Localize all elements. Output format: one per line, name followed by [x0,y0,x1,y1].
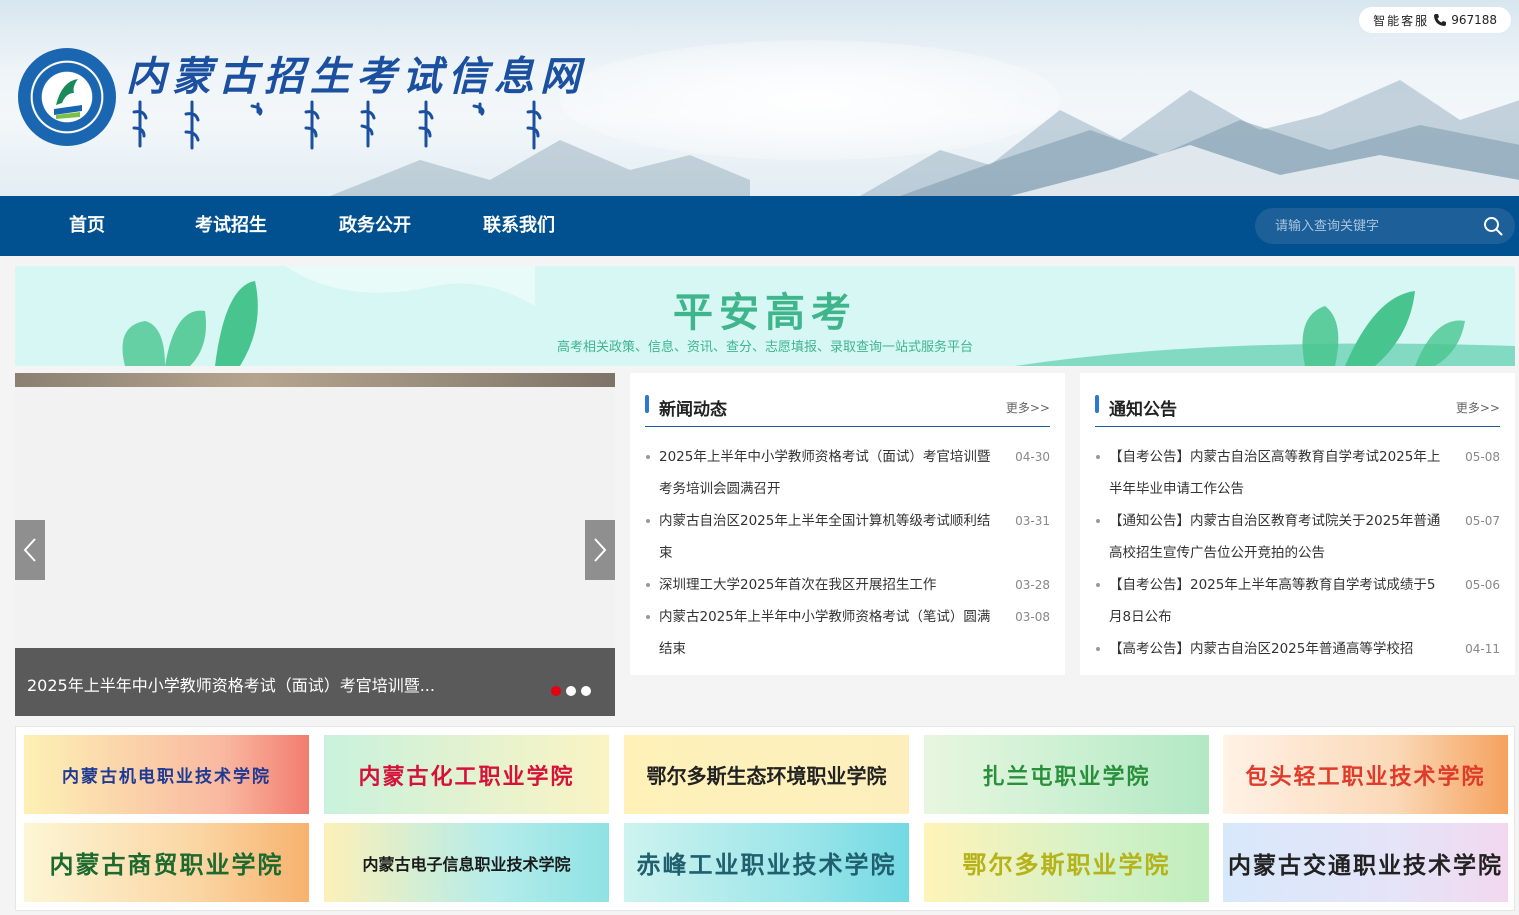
notices-panel-title: 通知公告 [1109,400,1177,420]
slider-caption: 2025年上半年中小学教师资格考试（面试）考官培训暨... [15,648,615,716]
safe-gaokao-banner[interactable]: 平安高考 高考相关政策、信息、资讯、查分、志愿填报、录取查询一站式服务平台 [15,266,1515,366]
nav-item-home[interactable]: 首页 [69,196,105,256]
college-name: 扎兰屯职业学院 [982,763,1151,790]
news-panel-header: 新闻动态 更多>> [645,395,1050,427]
mountain-illustration [860,80,1519,196]
news-item-title[interactable]: 深圳理工大学2025年首次在我区开展招生工作 [659,569,992,601]
search-icon[interactable] [1483,216,1503,236]
college-link[interactable]: 内蒙古机电职业技术学院 [24,735,309,814]
news-item-title[interactable]: 2025年上半年中小学教师资格考试（面试）考官培训暨考务培训会圆满召开 [659,441,992,505]
horse-icon [54,79,82,119]
news-list-item[interactable]: 内蒙古2025年上半年中小学教师资格考试（笔试）圆满结束 03-08 [645,601,1050,665]
news-panel: 新闻动态 更多>> 2025年上半年中小学教师资格考试（面试）考官培训暨考务培训… [630,373,1065,675]
college-name: 内蒙古商贸职业学院 [49,850,284,879]
mongolian-script-title [132,100,542,150]
notices-more-link[interactable]: 更多>> [1456,399,1500,416]
college-name: 赤峰工业职业技术学院 [636,850,897,879]
notice-list-item[interactable]: 【自考公告】2025年上半年高等教育自学考试成绩于5月8日公布 05-06 [1095,569,1500,633]
notice-item-date: 05-08 [1465,450,1500,464]
title-accent-bar [645,395,649,413]
nav-item-government-affairs[interactable]: 政务公开 [339,196,411,256]
notice-list-item[interactable]: 【自考公告】内蒙古自治区高等教育自学考试2025年上半年毕业申请工作公告 05-… [1095,441,1500,505]
slider-prev-button[interactable] [15,520,45,580]
news-panel-title: 新闻动态 [659,400,727,420]
news-item-date: 04-30 [1015,450,1050,464]
site-title[interactable]: 内蒙古招生考试信息网 [126,44,586,102]
college-links-grid: 内蒙古机电职业技术学院 内蒙古化工职业学院 鄂尔多斯生态环境职业学院 扎兰屯职业… [15,726,1515,911]
college-link[interactable]: 内蒙古化工职业学院 [324,735,609,814]
banner-title: 平安高考 [673,290,857,336]
service-label: 智能客服 [1373,13,1430,28]
college-name: 内蒙古化工职业学院 [358,763,575,790]
college-link[interactable]: 鄂尔多斯生态环境职业学院 [624,735,909,814]
service-phone: 967188 [1451,13,1497,27]
notices-panel-header: 通知公告 更多>> [1095,395,1500,427]
slider-dots [551,686,591,696]
college-name: 内蒙古机电职业技术学院 [62,767,271,787]
college-name: 鄂尔多斯生态环境职业学院 [646,764,887,788]
college-link[interactable]: 鄂尔多斯职业学院 [924,823,1209,902]
news-list-item[interactable]: 2025年上半年中小学教师资格考试（面试）考官培训暨考务培训会圆满召开 04-3… [645,441,1050,505]
title-accent-bar [1095,395,1099,413]
slider-dot[interactable] [581,686,591,696]
college-name: 内蒙古电子信息职业技术学院 [362,854,571,874]
slider-next-button[interactable] [585,520,615,580]
college-link[interactable]: 赤峰工业职业技术学院 [624,823,909,902]
notice-item-title[interactable]: 【自考公告】内蒙古自治区高等教育自学考试2025年上半年毕业申请工作公告 [1109,441,1442,505]
notice-item-title[interactable]: 【自考公告】2025年上半年高等教育自学考试成绩于5月8日公布 [1109,569,1442,633]
slide-image [15,373,615,387]
main-nav: 首页 考试招生 政务公开 联系我们 [0,196,1519,256]
slider-dot[interactable] [551,686,561,696]
news-list-item[interactable]: 深圳理工大学2025年首次在我区开展招生工作 03-28 [645,569,1050,601]
college-link[interactable]: 内蒙古交通职业技术学院 [1223,823,1508,902]
slider-dot[interactable] [566,686,576,696]
news-item-date: 03-31 [1015,514,1050,528]
news-item-date: 03-08 [1015,610,1050,624]
news-item-title[interactable]: 内蒙古自治区2025年上半年全国计算机等级考试顺利结束 [659,505,992,569]
college-link[interactable]: 内蒙古电子信息职业技术学院 [324,823,609,902]
news-list-item[interactable]: 内蒙古自治区2025年上半年全国计算机等级考试顺利结束 03-31 [645,505,1050,569]
news-item-title[interactable]: 内蒙古2025年上半年中小学教师资格考试（笔试）圆满结束 [659,601,992,665]
slider-caption-text[interactable]: 2025年上半年中小学教师资格考试（面试）考官培训暨... [27,672,435,696]
site-header: 内蒙古招生考试信息网 智能客服 967188 [0,0,1519,196]
chevron-right-icon [594,538,607,562]
notice-item-date: 05-06 [1465,578,1500,592]
news-item-date: 03-28 [1015,578,1050,592]
search-input[interactable] [1275,218,1475,234]
college-name: 鄂尔多斯职业学院 [962,850,1171,879]
nav-item-contact[interactable]: 联系我们 [483,196,555,256]
college-name: 内蒙古交通职业技术学院 [1228,851,1503,879]
notices-list: 【自考公告】内蒙古自治区高等教育自学考试2025年上半年毕业申请工作公告 05-… [1095,441,1500,665]
news-slider[interactable]: 2025年上半年中小学教师资格考试（面试）考官培训暨... [15,373,615,716]
college-name: 包头轻工职业技术学院 [1245,763,1486,790]
customer-service-pill[interactable]: 智能客服 967188 [1359,7,1511,33]
search-box [1255,208,1515,244]
news-list: 2025年上半年中小学教师资格考试（面试）考官培训暨考务培训会圆满召开 04-3… [645,441,1050,665]
notice-item-date: 04-11 [1465,642,1500,656]
notice-list-item[interactable]: 【通知公告】内蒙古自治区教育考试院关于2025年普通高校招生宣传广告位公开竞拍的… [1095,505,1500,569]
phone-icon [1434,14,1447,26]
notice-list-item[interactable]: 【高考公告】内蒙古自治区2025年普通高等学校招 04-11 [1095,633,1500,665]
nav-item-exam-admission[interactable]: 考试招生 [195,196,267,256]
banner-subtitle: 高考相关政策、信息、资讯、查分、志愿填报、录取查询一站式服务平台 [556,340,973,355]
notice-item-title[interactable]: 【通知公告】内蒙古自治区教育考试院关于2025年普通高校招生宣传广告位公开竞拍的… [1109,505,1442,569]
notices-panel: 通知公告 更多>> 【自考公告】内蒙古自治区高等教育自学考试2025年上半年毕业… [1080,373,1515,675]
college-link[interactable]: 扎兰屯职业学院 [924,735,1209,814]
notice-item-title[interactable]: 【高考公告】内蒙古自治区2025年普通高等学校招 [1109,633,1442,665]
chevron-left-icon [23,538,36,562]
news-more-link[interactable]: 更多>> [1006,399,1050,416]
notice-item-date: 05-07 [1465,514,1500,528]
college-link[interactable]: 内蒙古商贸职业学院 [24,823,309,902]
college-link[interactable]: 包头轻工职业技术学院 [1223,735,1508,814]
logo-emblem[interactable] [18,48,116,146]
